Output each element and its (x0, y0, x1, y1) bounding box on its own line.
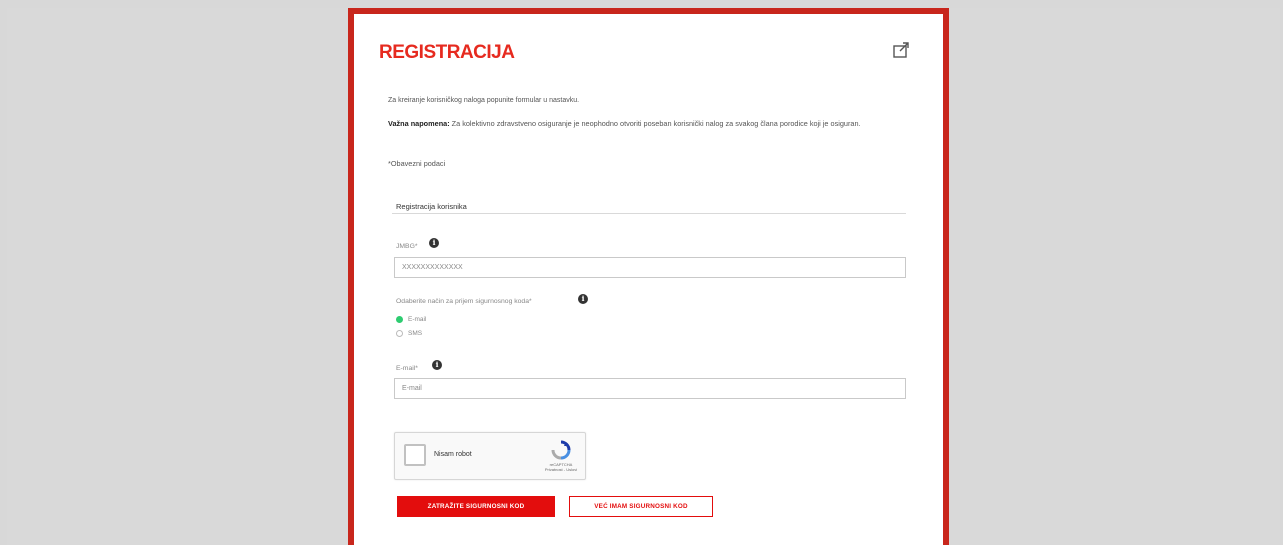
email-placeholder: E-mail (402, 385, 422, 392)
recaptcha-label: Nisam robot (434, 451, 472, 458)
section-title: Registracija korisnika (396, 202, 467, 211)
method-info-icon[interactable]: i (578, 294, 588, 304)
recaptcha-checkbox[interactable] (404, 444, 426, 466)
recaptcha-widget: Nisam robot reCAPTCHA Privatnost - Uslov… (394, 432, 586, 480)
required-fields-note: *Obavezni podaci (388, 159, 446, 168)
share-icon[interactable] (892, 40, 912, 60)
important-note: Važna napomena: Za kolektivno zdravstven… (388, 118, 918, 130)
radio-sms[interactable]: SMS (396, 330, 422, 337)
recaptcha-logo-icon (551, 440, 571, 460)
email-info-icon[interactable]: i (432, 360, 442, 370)
recaptcha-brand: reCAPTCHA Privatnost - Uslovi (541, 462, 581, 472)
jmbg-input[interactable]: XXXXXXXXXXXXX (394, 257, 906, 278)
registration-panel: REGISTRACIJA Za kreiranje korisničkog na… (348, 8, 949, 545)
email-label: E-mail* (396, 365, 418, 372)
section-divider (392, 213, 906, 214)
recaptcha-links[interactable]: Privatnost - Uslovi (541, 467, 581, 472)
radio-sms-button[interactable] (396, 330, 403, 337)
radio-sms-label: SMS (408, 330, 423, 337)
page-title: REGISTRACIJA (379, 42, 515, 63)
method-label: Odaberite način za prijem sigurnosnog ko… (396, 298, 532, 305)
request-code-button[interactable]: ZATRAŽITE SIGURNOSNI KOD (397, 496, 555, 517)
important-note-text: Za kolektivno zdravstveno osiguranje je … (451, 119, 861, 128)
email-input[interactable]: E-mail (394, 378, 906, 399)
intro-text: Za kreiranje korisničkog naloga popunite… (388, 97, 580, 104)
radio-email-label: E-mail (408, 316, 427, 323)
jmbg-value: XXXXXXXXXXXXX (402, 264, 463, 271)
jmbg-info-icon[interactable]: i (429, 238, 439, 248)
radio-email[interactable]: E-mail (396, 316, 426, 323)
radio-email-button[interactable] (396, 316, 403, 323)
important-note-label: Važna napomena: (388, 119, 450, 128)
jmbg-label: JMBG* (396, 243, 418, 250)
have-code-button[interactable]: VEĆ IMAM SIGURNOSNI KOD (569, 496, 713, 517)
